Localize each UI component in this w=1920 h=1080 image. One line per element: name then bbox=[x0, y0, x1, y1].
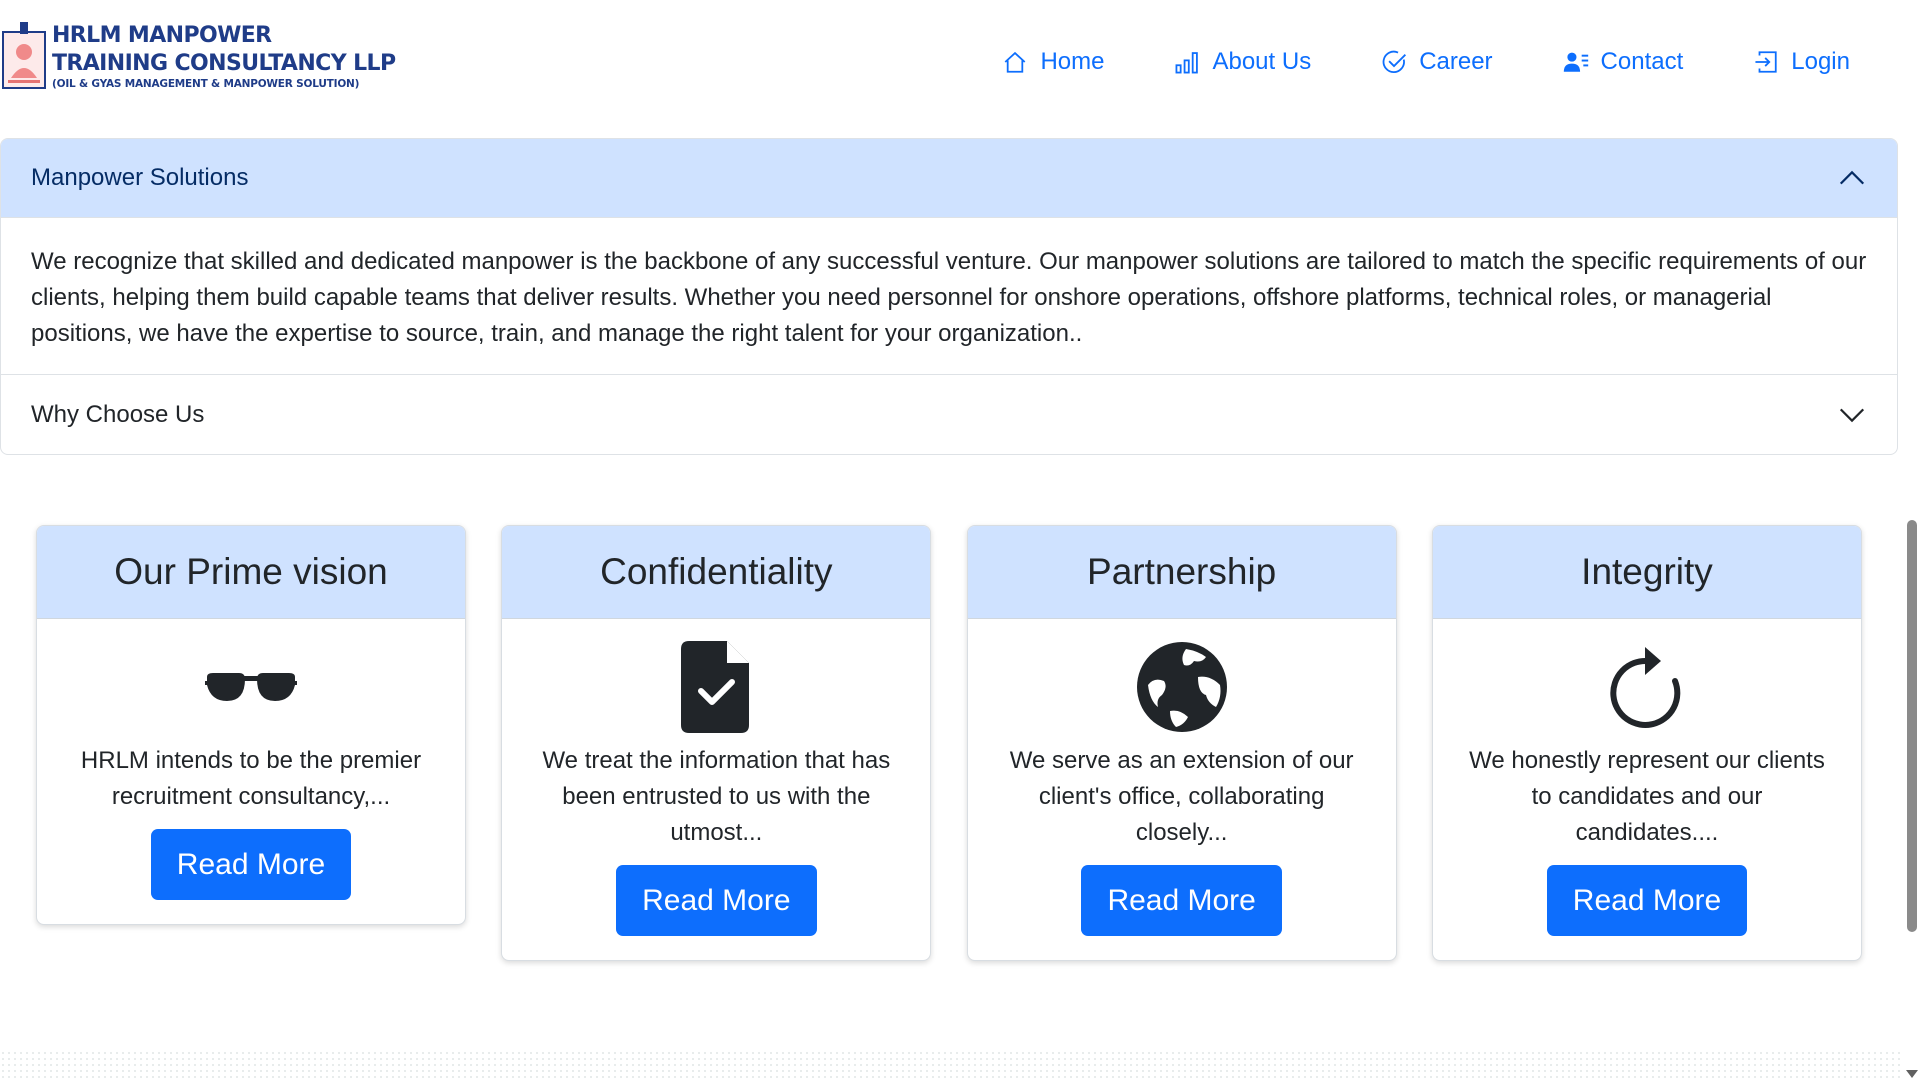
main-nav: Home About Us Career Contact Login bbox=[932, 48, 1850, 76]
scrollbar-thumb[interactable] bbox=[1907, 520, 1917, 932]
nav-contact-label: Contact bbox=[1600, 48, 1684, 75]
globe-icon bbox=[1136, 641, 1228, 733]
read-more-button[interactable]: Read More bbox=[1081, 865, 1282, 936]
accordion: Manpower Solutions We recognize that ski… bbox=[0, 138, 1898, 455]
chevron-down-icon bbox=[1839, 408, 1865, 422]
arrow-clockwise-icon bbox=[1609, 641, 1685, 733]
card-partnership: Partnership We serve as an extension of … bbox=[966, 525, 1397, 961]
card-title: Integrity bbox=[1432, 526, 1861, 619]
read-more-button[interactable]: Read More bbox=[1546, 865, 1748, 936]
nav-about[interactable]: About Us bbox=[1174, 48, 1311, 76]
card-prime-vision: Our Prime vision HRLM intends to be the … bbox=[36, 525, 466, 925]
chevron-up-icon bbox=[1839, 170, 1865, 185]
card-confidentiality: Confidentiality We treat the information… bbox=[501, 525, 932, 961]
nav-about-label: About Us bbox=[1212, 48, 1312, 75]
nav-career[interactable]: Career bbox=[1381, 48, 1493, 76]
page-scrollbar[interactable] bbox=[1904, 0, 1920, 1080]
brand-name-line2: TRAINING CONSULTANCY LLP bbox=[52, 51, 396, 76]
card-title: Confidentiality bbox=[502, 526, 931, 619]
world-map-background bbox=[0, 1050, 1900, 1080]
brand[interactable]: HRLM MANPOWER TRAINING CONSULTANCY LLP (… bbox=[2, 22, 396, 92]
brand-logo-icon bbox=[2, 22, 46, 92]
accordion-header-manpower-solutions[interactable]: Manpower Solutions bbox=[1, 139, 1897, 218]
file-check-icon bbox=[681, 641, 751, 733]
read-more-button[interactable]: Read More bbox=[616, 865, 817, 936]
read-more-button[interactable]: Read More bbox=[150, 829, 352, 900]
card-description: We serve as an extension of our client's… bbox=[1009, 747, 1354, 846]
navbar: HRLM MANPOWER TRAINING CONSULTANCY LLP (… bbox=[0, 0, 1900, 130]
feature-cards: Our Prime vision HRLM intends to be the … bbox=[36, 525, 1862, 961]
card-description: We treat the information that has been e… bbox=[542, 747, 891, 846]
accordion-body-manpower-solutions: We recognize that skilled and dedicated … bbox=[1, 218, 1897, 375]
nav-career-label: Career bbox=[1419, 48, 1493, 75]
card-title: Our Prime vision bbox=[37, 526, 465, 619]
nav-home[interactable]: Home bbox=[1002, 48, 1104, 76]
home-icon bbox=[1005, 51, 1026, 73]
box-arrow-in-icon bbox=[1755, 51, 1777, 73]
nav-login[interactable]: Login bbox=[1753, 48, 1850, 76]
card-description: HRLM intends to be the premier recruitme… bbox=[80, 747, 422, 810]
nav-home-label: Home bbox=[1040, 48, 1105, 75]
person-lines-icon bbox=[1563, 52, 1588, 72]
accordion-header-why-choose-us[interactable]: Why Choose Us bbox=[1, 375, 1897, 454]
card-title: Partnership bbox=[967, 526, 1396, 619]
brand-name-line1: HRLM MANPOWER bbox=[52, 23, 272, 48]
sunglasses-icon bbox=[205, 641, 297, 733]
card-description: We honestly represent our clients to can… bbox=[1469, 747, 1825, 846]
card-integrity: Integrity We honestly represent our clie… bbox=[1431, 525, 1862, 961]
accordion-title: Why Choose Us bbox=[31, 400, 205, 428]
nav-login-label: Login bbox=[1791, 48, 1850, 75]
accordion-title: Manpower Solutions bbox=[31, 164, 249, 191]
check-circle-icon bbox=[1382, 50, 1407, 73]
nav-contact[interactable]: Contact bbox=[1563, 48, 1684, 76]
bar-chart-icon bbox=[1176, 52, 1199, 74]
scroll-down-arrow-icon[interactable] bbox=[1906, 1070, 1918, 1078]
brand-tagline: (OIL & GYAS MANAGEMENT & MANPOWER SOLUTI… bbox=[52, 78, 360, 90]
